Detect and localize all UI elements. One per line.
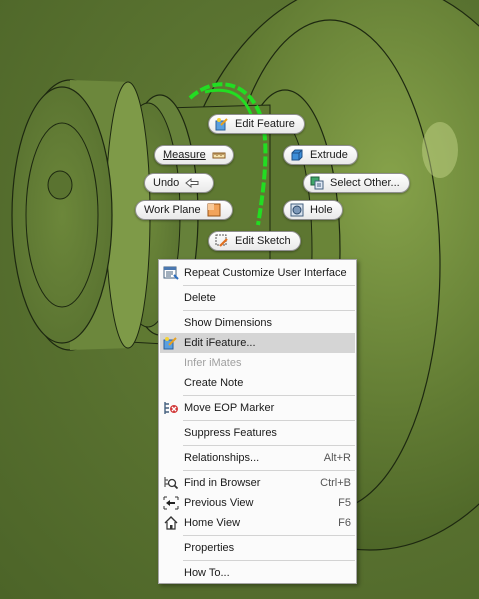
menu-item-label: Edit iFeature... — [184, 337, 256, 349]
menu-item-shortcut: Alt+R — [323, 452, 351, 464]
menu-separator — [183, 445, 355, 446]
menu-item-previous-view[interactable]: Previous View F5 — [160, 493, 355, 513]
menu-item-label: How To... — [184, 567, 230, 579]
context-menu: Repeat Customize User Interface Delete S… — [158, 259, 357, 584]
menu-item-shortcut: F5 — [338, 497, 351, 509]
menu-item-relationships[interactable]: Relationships... Alt+R — [160, 448, 355, 468]
menu-item-label: Repeat Customize User Interface — [184, 267, 347, 279]
menu-separator — [183, 420, 355, 421]
menu-item-create-note[interactable]: Create Note — [160, 373, 355, 393]
menu-item-label: Suppress Features — [184, 427, 277, 439]
menu-item-label: Delete — [184, 292, 216, 304]
edit-ifeature-icon — [163, 336, 179, 350]
menu-item-shortcut: F6 — [338, 517, 351, 529]
select-other-button[interactable]: Select Other... — [303, 173, 410, 193]
select-other-icon — [310, 176, 324, 190]
menu-item-repeat-customize-ui[interactable]: Repeat Customize User Interface — [160, 263, 355, 283]
hole-label: Hole — [310, 204, 333, 216]
menu-separator — [183, 395, 355, 396]
edit-feature-label: Edit Feature — [235, 118, 295, 130]
menu-item-delete[interactable]: Delete — [160, 288, 355, 308]
menu-item-label: Find in Browser — [184, 477, 261, 489]
menu-separator — [183, 560, 355, 561]
edit-sketch-icon — [215, 234, 229, 248]
menu-separator — [183, 310, 355, 311]
move-eop-marker-icon — [163, 401, 179, 415]
menu-item-label: Create Note — [184, 377, 244, 389]
menu-item-move-eop-marker[interactable]: Move EOP Marker — [160, 398, 355, 418]
select-other-label: Select Other... — [330, 177, 400, 189]
work-plane-label: Work Plane — [144, 204, 201, 216]
hole-button[interactable]: Hole — [283, 200, 343, 220]
extrude-label: Extrude — [310, 149, 348, 161]
menu-item-label: Move EOP Marker — [184, 402, 275, 414]
home-view-icon — [163, 516, 179, 530]
menu-item-label: Properties — [184, 542, 235, 554]
menu-item-how-to[interactable]: How To... — [160, 563, 355, 583]
undo-arrow-icon — [185, 176, 199, 190]
menu-item-infer-imates[interactable]: Infer iMates — [160, 353, 355, 373]
find-in-browser-icon — [163, 476, 179, 490]
menu-item-home-view[interactable]: Home View F6 — [160, 513, 355, 533]
menu-item-label: Previous View — [184, 497, 254, 509]
menu-item-label: Show Dimensions — [184, 317, 273, 329]
menu-item-show-dimensions[interactable]: Show Dimensions — [160, 313, 355, 333]
menu-item-edit-ifeature[interactable]: Edit iFeature... — [160, 333, 355, 353]
extrude-icon — [290, 148, 304, 162]
menu-item-suppress-features[interactable]: Suppress Features — [160, 423, 355, 443]
undo-label: Undo — [153, 177, 180, 189]
work-plane-button[interactable]: Work Plane — [135, 200, 233, 220]
previous-view-icon — [163, 496, 179, 510]
undo-button[interactable]: Undo — [144, 173, 214, 193]
menu-separator — [183, 470, 355, 471]
measure-label: Measure — [163, 149, 206, 161]
ruler-icon — [212, 148, 226, 162]
edit-sketch-label: Edit Sketch — [235, 235, 291, 247]
menu-separator — [183, 285, 355, 286]
menu-item-label: Home View — [184, 517, 241, 529]
edit-feature-button[interactable]: Edit Feature — [208, 114, 305, 134]
customize-ui-icon — [163, 266, 179, 280]
hole-icon — [290, 203, 304, 217]
menu-item-label: Infer iMates — [184, 357, 242, 369]
menu-item-properties[interactable]: Properties — [160, 538, 355, 558]
menu-item-shortcut: Ctrl+B — [320, 477, 351, 489]
menu-separator — [183, 535, 355, 536]
menu-item-find-in-browser[interactable]: Find in Browser Ctrl+B — [160, 473, 355, 493]
extrude-button[interactable]: Extrude — [283, 145, 358, 165]
measure-button[interactable]: Measure — [154, 145, 234, 165]
edit-feature-icon — [215, 117, 229, 131]
menu-item-label: Relationships... — [184, 452, 260, 464]
edit-sketch-button[interactable]: Edit Sketch — [208, 231, 301, 251]
work-plane-icon — [207, 203, 221, 217]
